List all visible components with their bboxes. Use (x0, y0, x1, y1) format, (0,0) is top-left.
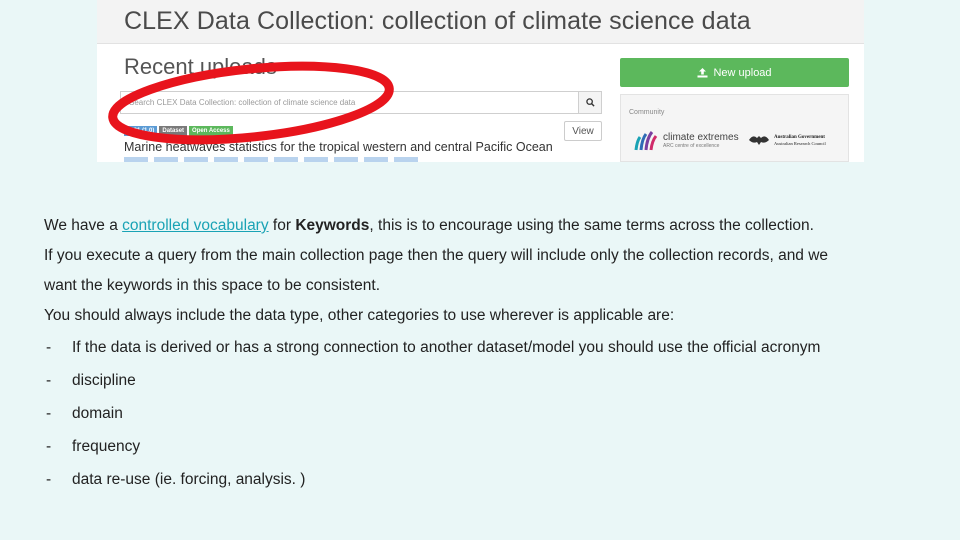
new-upload-label: New upload (713, 66, 772, 79)
search-field[interactable] (120, 91, 579, 114)
gov-logo[interactable]: Australian Government Australian Researc… (748, 133, 826, 147)
category-list: If the data is derived or has a strong c… (44, 331, 954, 496)
keywords-bold: Keywords (295, 217, 370, 234)
search-button[interactable] (579, 91, 602, 114)
embedded-screenshot: CLEX Data Collection: collection of clim… (97, 0, 864, 162)
clex-logo[interactable]: climate extremes ARC centre of excellenc… (634, 131, 739, 151)
gov-logo-sub: Australian Research Council (774, 140, 826, 146)
clex-logo-sub: ARC centre of excellence (663, 143, 720, 149)
site-header: CLEX Data Collection: collection of clim… (97, 0, 864, 44)
p1-pre: We have a (44, 217, 123, 234)
list-item: frequency (44, 430, 954, 463)
p1-mid: for (268, 217, 296, 234)
record-authors-blurred (124, 157, 424, 162)
paragraph-vocabulary: We have a controlled vocabulary for Keyw… (44, 211, 954, 241)
list-item: If the data is derived or has a strong c… (44, 331, 954, 364)
search-icon (585, 98, 595, 107)
paragraph-query: If you execute a query from the main col… (44, 247, 829, 264)
access-badge: Open Access (189, 126, 233, 136)
community-label: Community (629, 109, 665, 116)
type-badge: Dataset (159, 126, 188, 136)
collection-title: CLEX Data Collection: collection of clim… (124, 7, 751, 35)
clex-logo-icon (634, 131, 658, 151)
search-input[interactable] (121, 92, 578, 113)
record-badges: 2021 (1.0) Dataset Open Access (124, 126, 233, 136)
paragraph-include: You should always include the data type,… (44, 307, 675, 324)
view-button[interactable]: View (564, 121, 602, 141)
upload-icon (697, 67, 708, 77)
controlled-vocabulary-link[interactable]: controlled vocabulary (122, 217, 268, 234)
paragraph-consistent: want the keywords in this space to be co… (44, 277, 381, 294)
list-item: data re-use (ie. forcing, analysis. ) (44, 463, 954, 496)
record-title-link[interactable]: Marine heatwaves statistics for the trop… (124, 140, 553, 154)
recent-uploads-heading: Recent uploads (124, 54, 277, 79)
list-item: discipline (44, 364, 954, 397)
crest-icon (749, 136, 769, 145)
p1-post: , this is to encourage using the same te… (369, 217, 814, 234)
version-badge: 2021 (1.0) (124, 126, 158, 136)
slide-body: We have a controlled vocabulary for Keyw… (44, 211, 954, 496)
community-panel: Community climate extremes ARC centre of… (620, 94, 849, 162)
new-upload-button[interactable]: New upload (620, 58, 849, 87)
list-item: domain (44, 397, 954, 430)
clex-logo-name: climate extremes (663, 132, 739, 143)
gov-logo-name: Australian Government (774, 134, 825, 140)
